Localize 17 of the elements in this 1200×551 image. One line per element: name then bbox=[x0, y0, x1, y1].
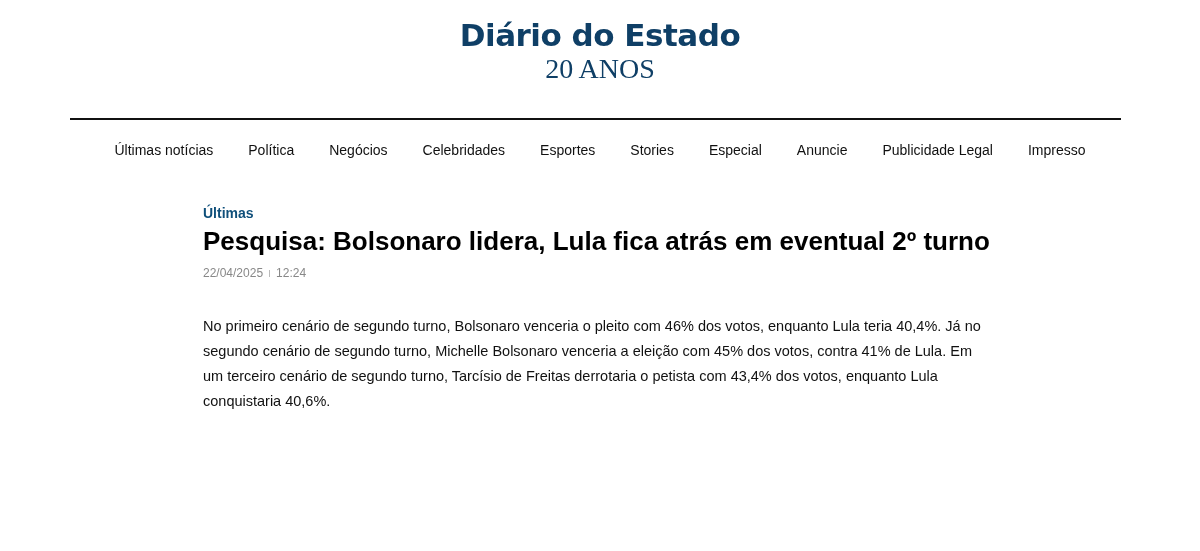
nav-link[interactable]: Política bbox=[248, 142, 295, 158]
site-logo-subtitle: 20 ANOS bbox=[545, 54, 655, 84]
nav-link[interactable]: Negócios bbox=[329, 142, 388, 158]
nav-link[interactable]: Celebridades bbox=[422, 142, 506, 158]
article-headline: Pesquisa: Bolsonaro lidera, Lula fica atrás em eventual 2º turno bbox=[203, 226, 991, 256]
article-date: 22/04/2025 bbox=[203, 266, 264, 280]
article-body: No primeiro cenário de segundo turno, Bolsonaro venceria o pleito com 46% dos votos, enquanto Lula teria 40,4%. Já no segundo cenário de segundo turno, Michelle Bolsonaro venceria a eleição com 45% dos votos, contra 41% de Lula. Em um terceiro cenário de segundo turno, Tarcísio de Freitas derrotaria o petista com 43,4% dos votos, enquanto Lula conquistaria 40,6%. bbox=[203, 317, 982, 411]
nav-link[interactable]: Anuncie bbox=[796, 142, 848, 158]
nav-link[interactable]: Impresso bbox=[1027, 142, 1086, 158]
nav-link[interactable]: Stories bbox=[630, 142, 674, 158]
nav-link[interactable]: Especial bbox=[708, 142, 762, 158]
nav-link[interactable]: Últimas notícias bbox=[114, 142, 214, 158]
nav-link[interactable]: Esportes bbox=[540, 142, 596, 158]
category-label: Últimas bbox=[203, 205, 254, 221]
nav-link[interactable]: Publicidade Legal bbox=[882, 142, 993, 158]
article-time: 12:24 bbox=[276, 266, 307, 280]
site-logo-title: Diário do Estado bbox=[459, 16, 741, 54]
